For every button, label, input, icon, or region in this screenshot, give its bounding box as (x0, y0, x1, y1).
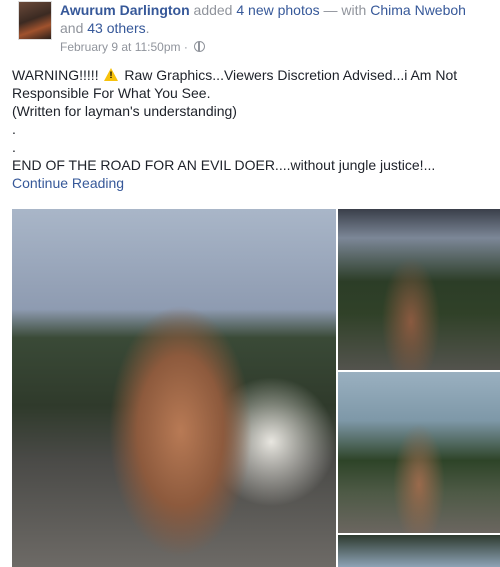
post-header: Awurum Darlington added 4 new photos — w… (60, 1, 490, 37)
post-text: WARNING!!!!! Raw Graphics...Viewers Disc… (12, 66, 492, 192)
photo-thumbnail-2[interactable] (338, 372, 500, 533)
timestamp[interactable]: February 9 at 11:50pm (60, 40, 181, 54)
photo-main[interactable] (12, 209, 336, 567)
and-text: and (60, 20, 88, 36)
globe-icon[interactable] (194, 41, 206, 52)
photo-thumbnail-3[interactable] (338, 535, 500, 567)
warning-icon (104, 68, 119, 81)
post-dot-1: . (12, 121, 16, 137)
header-period: . (145, 20, 150, 36)
post-line-warning: WARNING!!!!! Raw Graphics...Viewers Disc… (12, 66, 492, 102)
meta-separator: · (180, 40, 192, 54)
post-line-end: END OF THE ROAD FOR AN EVIL DOER....with… (12, 157, 436, 173)
post-line-layman: (Written for layman's understanding) (12, 103, 237, 119)
tagged-person[interactable]: Chima Nweboh (370, 2, 466, 18)
photos-link[interactable]: 4 new photos (236, 2, 319, 18)
continue-reading-link[interactable]: Continue Reading (12, 175, 124, 191)
post-meta: February 9 at 11:50pm · (60, 39, 206, 55)
action-prefix: added (189, 2, 237, 18)
warning-text-start: WARNING!!!!! (12, 67, 103, 83)
avatar[interactable] (18, 1, 52, 40)
post-dot-2: . (12, 139, 16, 155)
photo-thumbnail-1[interactable] (338, 209, 500, 370)
others-link[interactable]: 43 others (87, 20, 145, 36)
facebook-post: Awurum Darlington added 4 new photos — w… (0, 0, 500, 567)
with-text: — with (319, 2, 371, 18)
author-name[interactable]: Awurum Darlington (60, 2, 190, 18)
